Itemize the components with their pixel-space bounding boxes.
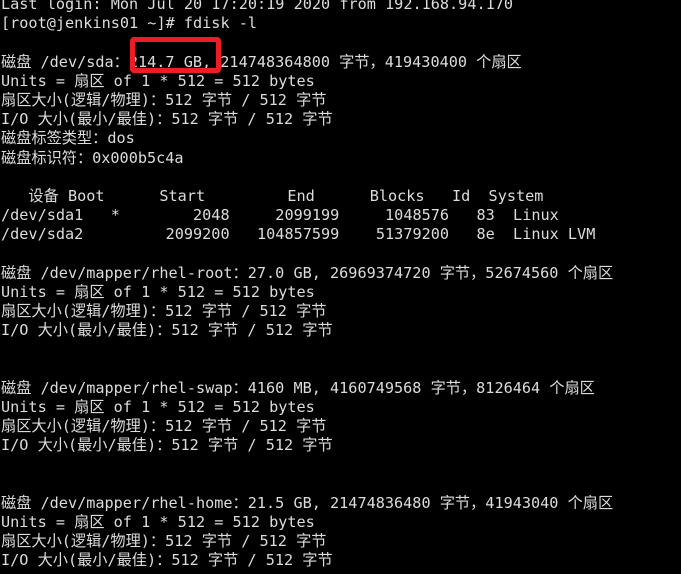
partition-table-header: 设备 Boot Start End Blocks Id System (1, 186, 544, 205)
terminal-line-prompt-command[interactable]: [root@jenkins01 ~]# fdisk -l (0, 14, 681, 33)
terminal-line-rhel-root-io-size: I/O 大小(最小/最佳)：512 字节 / 512 字节 (1, 321, 333, 340)
terminal-line-rhel-home-sector-size: 扇区大小(逻辑/物理)：512 字节 / 512 字节 (1, 532, 327, 551)
terminal-line-rhel-swap-io-size: I/O 大小(最小/最佳)：512 字节 / 512 字节 (1, 436, 333, 455)
terminal-line-sda-identifier: 磁盘标识符：0x000b5c4a (1, 148, 184, 167)
terminal-line-disk-rhel-swap-summary: 磁盘 /dev/mapper/rhel-swap：4160 MB, 416074… (1, 378, 595, 397)
terminal-line-rhel-home-units: Units = 扇区 of 1 * 512 = 512 bytes (1, 513, 315, 532)
terminal-line-rhel-home-io-size: I/O 大小(最小/最佳)：512 字节 / 512 字节 (1, 551, 333, 570)
terminal-line-rhel-swap-sector-size: 扇区大小(逻辑/物理)：512 字节 / 512 字节 (1, 417, 327, 436)
terminal-line-sda-label-type: 磁盘标签类型：dos (1, 129, 135, 148)
terminal-line-rhel-swap-units: Units = 扇区 of 1 * 512 = 512 bytes (1, 397, 315, 416)
partition-table-row-sda2: /dev/sda2 2099200 104857599 51379200 8e … (1, 225, 596, 244)
terminal-screen: Last login: Mon Jul 20 17:20:19 2020 fro… (0, 0, 681, 571)
terminal-window[interactable]: Last login: Mon Jul 20 17:20:19 2020 fro… (0, 0, 681, 574)
terminal-line-disk-rhel-root-summary: 磁盘 /dev/mapper/rhel-root：27.0 GB, 269693… (1, 263, 614, 282)
terminal-line-login-banner: Last login: Mon Jul 20 17:20:19 2020 fro… (1, 0, 514, 13)
terminal-line-disk-sda-summary: 磁盘 /dev/sda：214.7 GB, 214748364800 字节，41… (1, 52, 522, 71)
terminal-line-sda-units: Units = 扇区 of 1 * 512 = 512 bytes (1, 71, 315, 90)
terminal-line-rhel-root-units: Units = 扇区 of 1 * 512 = 512 bytes (1, 282, 315, 301)
partition-table-row-sda1: /dev/sda1 * 2048 2099199 1048576 83 Linu… (1, 206, 559, 225)
terminal-line-sda-io-size: I/O 大小(最小/最佳)：512 字节 / 512 字节 (1, 110, 333, 129)
terminal-line-sda-sector-size: 扇区大小(逻辑/物理)：512 字节 / 512 字节 (1, 90, 327, 109)
terminal-line-disk-rhel-home-summary: 磁盘 /dev/mapper/rhel-home：21.5 GB, 214748… (1, 493, 614, 512)
terminal-line-rhel-root-sector-size: 扇区大小(逻辑/物理)：512 字节 / 512 字节 (1, 302, 327, 320)
